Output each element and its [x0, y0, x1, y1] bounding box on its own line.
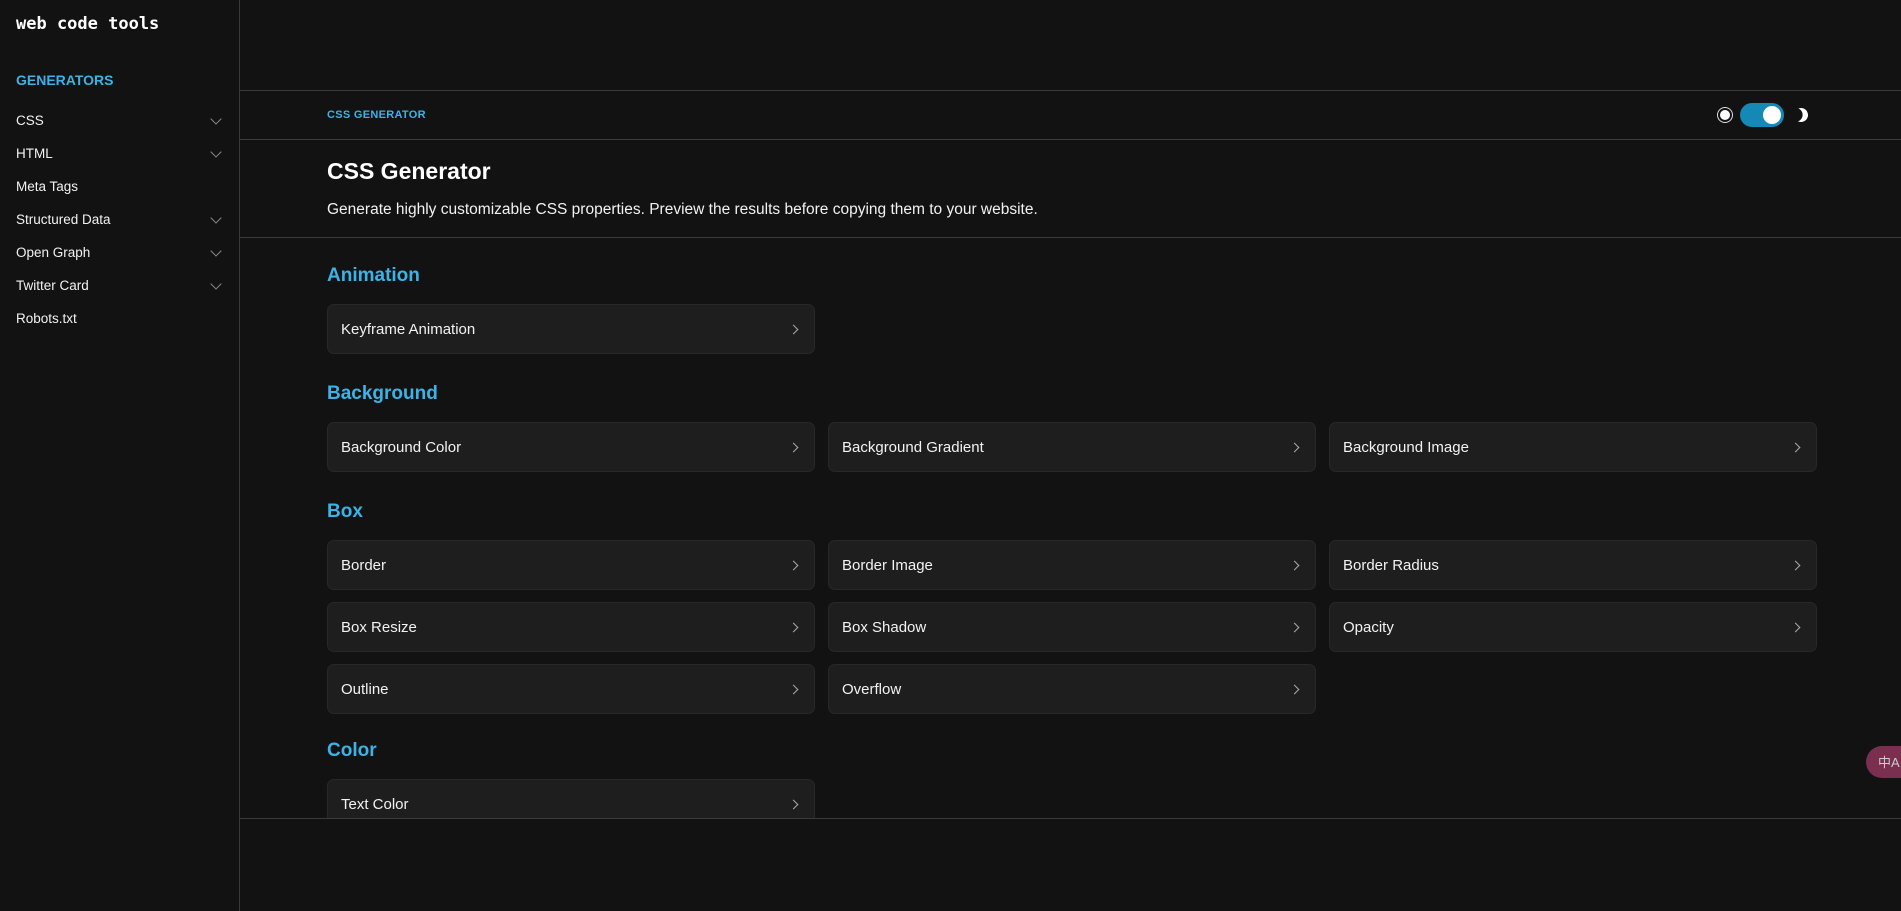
card-border-image[interactable]: Border Image — [828, 540, 1316, 590]
sidebar-item-label: Meta Tags — [16, 179, 79, 194]
divider — [240, 139, 1901, 140]
breadcrumb[interactable]: CSS GENERATOR — [327, 109, 426, 121]
card-label: Box Shadow — [842, 618, 927, 636]
card-label: Opacity — [1343, 618, 1394, 636]
chevron-right-icon — [1289, 684, 1300, 694]
group-color: Color Text Color — [327, 735, 1815, 818]
card-label: Border Image — [842, 556, 933, 574]
chevron-right-icon — [1289, 560, 1300, 570]
theme-switcher — [1720, 103, 1808, 127]
chevron-down-icon[interactable] — [210, 112, 222, 125]
sidebar-item-label: HTML — [16, 146, 53, 161]
translate-button[interactable]: 中A — [1866, 746, 1901, 778]
chevron-right-icon — [788, 622, 799, 632]
sidebar-item-meta-tags[interactable]: Meta Tags — [0, 170, 240, 203]
translate-icon: 中A — [1878, 755, 1900, 770]
card-label: Keyframe Animation — [341, 320, 476, 338]
group-grid: Keyframe Animation — [327, 304, 1815, 354]
card-text-color[interactable]: Text Color — [327, 779, 815, 818]
sidebar-item-twitter-card[interactable]: Twitter Card — [0, 269, 240, 302]
sidebar-item-open-graph[interactable]: Open Graph — [0, 236, 240, 269]
sun-icon — [1720, 110, 1730, 120]
chevron-right-icon — [788, 799, 799, 809]
moon-icon — [1792, 106, 1810, 124]
chevron-right-icon — [788, 560, 799, 570]
card-outline[interactable]: Outline — [327, 664, 815, 714]
card-background-gradient[interactable]: Background Gradient — [828, 422, 1316, 472]
sidebar: web code tools GENERATORS CSS HTML Meta Ta… — [0, 0, 240, 911]
toggle-knob — [1763, 106, 1781, 124]
chevron-down-icon[interactable] — [210, 277, 222, 290]
sidebar-item-html[interactable]: HTML — [0, 137, 240, 170]
card-border-radius[interactable]: Border Radius — [1329, 540, 1817, 590]
sidebar-item-label: Structured Data — [16, 212, 111, 227]
chevron-right-icon — [1790, 442, 1801, 452]
theme-toggle[interactable] — [1740, 103, 1784, 127]
card-box-shadow[interactable]: Box Shadow — [828, 602, 1316, 652]
group-background: Background Background Color Background Gra… — [327, 378, 1817, 472]
sidebar-item-structured-data[interactable]: Structured Data — [0, 203, 240, 236]
page-description: Generate highly customizable CSS propert… — [327, 201, 1038, 218]
sidebar-item-label: Robots.txt — [16, 311, 77, 326]
sidebar-item-robots-txt[interactable]: Robots.txt — [0, 302, 240, 335]
group-grid: Border Border Image Border Radius Box Resiz… — [327, 540, 1817, 714]
sidebar-nav: CSS HTML Meta Tags Structured Data Open Grap… — [0, 104, 240, 335]
card-border[interactable]: Border — [327, 540, 815, 590]
card-label: Box Resize — [341, 618, 417, 636]
group-heading: Animation — [327, 265, 420, 286]
card-label: Border Radius — [1343, 556, 1439, 574]
chevron-right-icon — [788, 442, 799, 452]
divider — [240, 90, 1901, 91]
chevron-down-icon[interactable] — [210, 244, 222, 257]
group-animation: Animation Keyframe Animation — [327, 260, 1815, 354]
chevron-right-icon — [1790, 560, 1801, 570]
chevron-right-icon — [788, 324, 799, 334]
sidebar-item-label: Twitter Card — [16, 278, 89, 293]
chevron-right-icon — [788, 684, 799, 694]
generator-list[interactable]: Animation Keyframe Animation Background Bac… — [240, 238, 1901, 818]
card-opacity[interactable]: Opacity — [1329, 602, 1817, 652]
group-grid: Text Color — [327, 779, 1815, 818]
card-overflow[interactable]: Overflow — [828, 664, 1316, 714]
sidebar-section-title: GENERATORS — [16, 72, 114, 88]
group-heading: Box — [327, 501, 363, 522]
card-label: Background Color — [341, 438, 462, 456]
group-heading: Background — [327, 383, 438, 404]
card-keyframe-animation[interactable]: Keyframe Animation — [327, 304, 815, 354]
card-box-resize[interactable]: Box Resize — [327, 602, 815, 652]
page-title: CSS Generator — [327, 158, 491, 184]
sidebar-item-css[interactable]: CSS — [0, 104, 240, 137]
group-grid: Background Color Background Gradient Backg… — [327, 422, 1817, 472]
group-box: Box Border Border Image Border Radius Box Re… — [327, 496, 1817, 714]
chevron-down-icon[interactable] — [210, 145, 222, 158]
site-logo[interactable]: web code tools — [16, 14, 159, 34]
card-label: Background Image — [1343, 438, 1469, 456]
card-label: Text Color — [341, 795, 409, 813]
chevron-down-icon[interactable] — [210, 211, 222, 224]
sidebar-item-label: CSS — [16, 113, 44, 128]
chevron-right-icon — [1790, 622, 1801, 632]
divider — [240, 818, 1901, 819]
card-label: Border — [341, 556, 387, 574]
card-label: Outline — [341, 680, 389, 698]
sidebar-item-label: Open Graph — [16, 245, 91, 260]
card-label: Background Gradient — [842, 438, 984, 456]
card-background-image[interactable]: Background Image — [1329, 422, 1817, 472]
chevron-right-icon — [1289, 622, 1300, 632]
card-label: Overflow — [842, 680, 902, 698]
chevron-right-icon — [1289, 442, 1300, 452]
group-heading: Color — [327, 740, 377, 761]
card-background-color[interactable]: Background Color — [327, 422, 815, 472]
